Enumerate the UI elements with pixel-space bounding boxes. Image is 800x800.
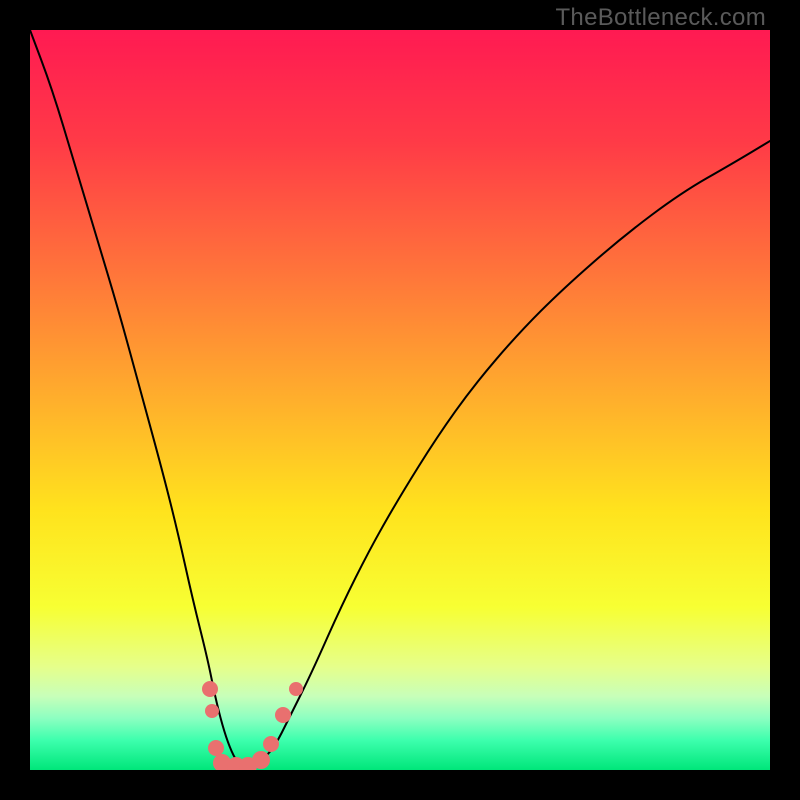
watermark-text: TheBottleneck.com xyxy=(555,4,766,32)
highlight-marker xyxy=(202,681,218,697)
background-gradient xyxy=(30,30,770,770)
highlight-marker xyxy=(289,682,303,696)
highlight-marker xyxy=(252,751,270,769)
chart-frame: TheBottleneck.com xyxy=(0,0,800,800)
highlight-marker xyxy=(263,736,279,752)
plot-area xyxy=(30,30,770,770)
highlight-marker xyxy=(205,704,219,718)
highlight-marker xyxy=(275,707,291,723)
